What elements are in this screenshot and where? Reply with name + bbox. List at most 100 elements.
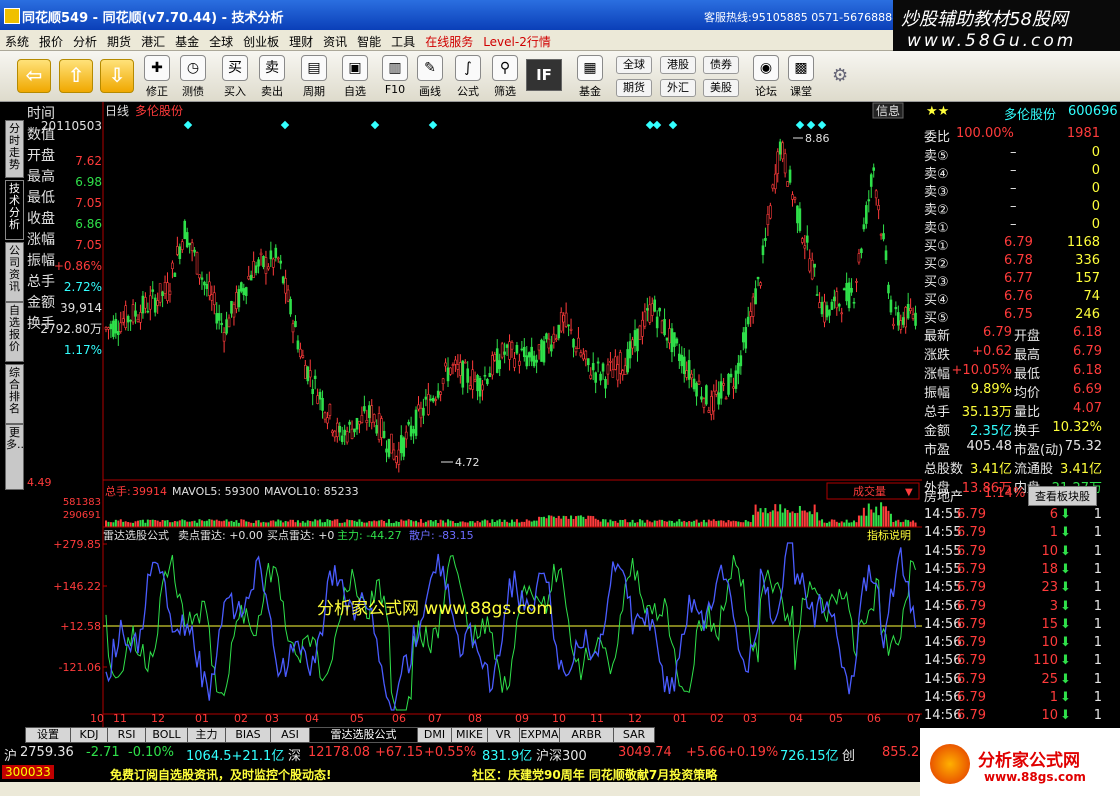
tick-count: 1 (1093, 561, 1102, 577)
volume-bar (360, 521, 363, 527)
volume-bar (717, 520, 720, 527)
menu-item-13[interactable]: Level-2行情 (478, 30, 556, 50)
indicator-tab-8[interactable]: DMI (417, 727, 452, 743)
indicator-tab-6[interactable]: ASI (270, 727, 310, 743)
indicator-tab-10[interactable]: VR (487, 727, 520, 743)
toolbar-small-button-0[interactable]: 全球 (616, 56, 652, 74)
toolbar-period-button[interactable]: ▤ 周期 (297, 55, 331, 99)
toolbar-f10-button[interactable]: ▥ F10 (378, 55, 412, 99)
x-axis-label-0: 10 (90, 712, 104, 725)
menu-item-9[interactable]: 资讯 (318, 30, 352, 50)
volume-bar (132, 522, 135, 527)
candle-body (328, 404, 332, 416)
tick-count: 1 (1093, 543, 1102, 559)
menu-item-10[interactable]: 智能 (352, 30, 386, 50)
toolbar-small-button-2[interactable]: 债券 (703, 56, 739, 74)
toolbar-watchlist-button[interactable]: ▣ 自选 (338, 55, 372, 99)
forum-icon: ◉ (753, 55, 779, 81)
menu-item-11[interactable]: 工具 (386, 30, 420, 50)
toolbar-fund-button[interactable]: ▦ 基金 (573, 55, 607, 99)
indicator-tab-0[interactable]: 设置 (25, 727, 71, 743)
candle-body (626, 349, 629, 373)
if-futures-button[interactable]: IF (526, 59, 562, 91)
toolbar-forum-button[interactable]: ◉ 论坛 (749, 55, 783, 99)
indicator-name: 雷达选股公式 (103, 529, 169, 542)
menu-item-4[interactable]: 港汇 (136, 30, 170, 50)
indicator-tab-3[interactable]: BOLL (145, 727, 188, 743)
toolbar-filter-button[interactable]: ⚲ 筛选 (488, 55, 522, 99)
menu-item-5[interactable]: 基金 (170, 30, 204, 50)
menu-item-12[interactable]: 在线服务 (420, 30, 478, 50)
volume-bar (373, 520, 376, 527)
indicator-tab-7[interactable]: 雷达选股公式 (309, 727, 418, 743)
left-tab-5[interactable]: 更多... (5, 424, 28, 490)
candle-body (515, 345, 519, 354)
toolbar-formula-button[interactable]: ∫ 公式 (451, 55, 485, 99)
candle-body (537, 344, 541, 351)
ticker-msg-1[interactable]: 免费订阅自选股资讯，及时监控个股动态! (110, 766, 331, 783)
indicator-tab-5[interactable]: BIAS (225, 727, 271, 743)
indicator-tab-1[interactable]: KDJ (70, 727, 108, 743)
view-sector-button[interactable]: 查看板块股 (1028, 486, 1097, 506)
indicator-tab-13[interactable]: SAR (613, 727, 655, 743)
sector-change: 1.14% (984, 486, 1026, 501)
candle-body (552, 333, 556, 343)
toolbar-button-label: 基金 (579, 85, 601, 98)
kline-chart-svg[interactable]: 时间数值开盘最高最低收盘涨幅振幅总手金额换手201105037.626.987.… (25, 102, 922, 727)
left-tab-1[interactable]: 技术分析 (5, 180, 24, 240)
toolbar-small-button-1[interactable]: 港股 (660, 56, 696, 74)
candle-body (353, 428, 356, 433)
menu-item-6[interactable]: 全球 (204, 30, 238, 50)
indicator-help-button[interactable]: 指标说明 (867, 528, 911, 542)
candle-body (697, 380, 701, 385)
indicator-tab-2[interactable]: RSI (107, 727, 146, 743)
up-arrow-icon[interactable]: ⇧ (59, 59, 93, 93)
toolbar-small-button-4[interactable]: 外汇 (660, 79, 696, 97)
menu-item-0[interactable]: 系统 (0, 30, 34, 50)
menu-item-8[interactable]: 理财 (284, 30, 318, 50)
chart-area[interactable]: 时间 数值 开盘 最高 最低 收盘 涨幅 振幅 总手 金额 换手 20110503 7.62 6.98 7.… (25, 102, 922, 742)
toolbar-classroom-button[interactable]: ▩ 课堂 (784, 55, 818, 99)
toolbar-buy-button[interactable]: 买买入 (218, 55, 252, 99)
toolbar-clock-button[interactable]: ◷ 测债 (176, 55, 210, 99)
menu-item-1[interactable]: 报价 (34, 30, 68, 50)
indicator-tab-4[interactable]: 主力 (187, 727, 226, 743)
toolbar-small-button-5[interactable]: 美股 (703, 79, 739, 97)
tick-volume: 15 (1041, 616, 1058, 632)
volume-bar (646, 519, 649, 527)
menu-item-2[interactable]: 分析 (68, 30, 102, 50)
menu-item-7[interactable]: 创业板 (238, 30, 284, 50)
volume-bar (287, 521, 290, 527)
back-arrow-icon[interactable]: ⇦ (17, 59, 51, 93)
volume-bar (843, 522, 846, 527)
left-tab-4[interactable]: 综合排名 (5, 364, 24, 424)
menu-item-3[interactable]: 期货 (102, 30, 136, 50)
toolbar-small-button-3[interactable]: 期货 (616, 79, 652, 97)
sz-amount: 831.9亿 (482, 749, 533, 764)
settings-gear-icon[interactable]: ⚙ (832, 65, 848, 86)
candle-body (614, 356, 617, 370)
banner-88gs-logo: 分析家公式网 www.88gs.com (920, 728, 1120, 796)
indicator-tab-9[interactable]: MIKE (451, 727, 488, 743)
toolbar-wrench-button[interactable]: ✚ 修正 (140, 55, 174, 99)
volume-bar (437, 523, 440, 527)
candle-body (387, 438, 391, 457)
volume-bar (380, 519, 383, 527)
volume-bar (631, 519, 634, 527)
indicator-tab-11[interactable]: EXPMA (519, 727, 560, 743)
ticker-msg-2[interactable]: 社区：庆建党90周年 同花顺敬献7月投资策略 (472, 766, 717, 783)
down-arrow-icon[interactable]: ⇩ (100, 59, 134, 93)
volume-bar (479, 522, 482, 527)
candle-body (456, 364, 460, 370)
candle-body (461, 360, 465, 388)
left-tab-0[interactable]: 分时走势 (5, 120, 24, 178)
ticker-code[interactable]: 300033 (2, 765, 54, 779)
left-tab-3[interactable]: 自选报价 (5, 302, 24, 362)
volume-bar (621, 520, 624, 527)
left-tab-2[interactable]: 公司资讯 (5, 242, 24, 302)
indicator-tab-12[interactable]: ARBR (559, 727, 614, 743)
volume-bar (410, 520, 413, 527)
toolbar-pencil-button[interactable]: ✎ 画线 (413, 55, 447, 99)
toolbar-sell-button[interactable]: 卖卖出 (255, 55, 289, 99)
volume-bar (368, 521, 371, 527)
